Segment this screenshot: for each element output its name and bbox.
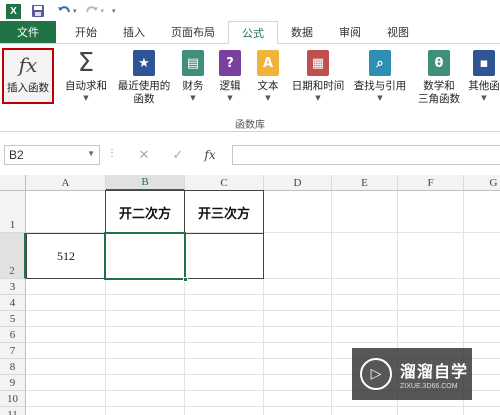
chevron-down-icon[interactable]: ▼	[87, 149, 95, 158]
tab-review[interactable]: 审阅	[326, 21, 374, 43]
formula-input[interactable]	[232, 145, 500, 165]
column-header-e[interactable]: E	[332, 175, 398, 191]
lookup-reference-button[interactable]: ⌕ 查找与引用 ▼	[350, 48, 410, 112]
row-header-4[interactable]: 4	[0, 295, 26, 311]
title-bar: X ▾ ▾ ▾	[0, 0, 500, 22]
chevron-down-icon: ▼	[377, 94, 383, 102]
row-header-6[interactable]: 6	[0, 327, 26, 343]
row-header-10[interactable]: 10	[0, 391, 26, 407]
more-functions-button[interactable]: ▪ 其他函 ▼	[468, 48, 500, 112]
excel-app-icon[interactable]: X	[6, 3, 21, 19]
math-book-icon: θ	[426, 48, 452, 78]
active-cell-selection[interactable]	[104, 232, 186, 280]
date-time-button[interactable]: ▦ 日期和时间 ▼	[288, 48, 348, 112]
tab-file[interactable]: 文件	[0, 21, 56, 43]
column-header-a[interactable]: A	[26, 175, 106, 191]
recently-used-label-2: 函数	[133, 93, 155, 105]
row-header-5[interactable]: 5	[0, 311, 26, 327]
insert-function-small-icon[interactable]: fx	[200, 146, 220, 164]
column-header-g[interactable]: G	[464, 175, 500, 191]
math-trig-label-1: 数学和	[423, 80, 455, 92]
tab-view[interactable]: 视图	[374, 21, 422, 43]
tab-page-layout[interactable]: 页面布局	[158, 21, 228, 43]
customize-quick-access-icon[interactable]: ▾	[112, 3, 116, 19]
tab-data[interactable]: 数据	[278, 21, 326, 43]
more-functions-book-icon: ▪	[471, 48, 497, 78]
recently-used-button[interactable]: ★ 最近使用的 函数	[112, 48, 176, 112]
watermark-title: 溜溜自学	[400, 362, 469, 381]
gridline	[331, 191, 332, 415]
column-header-b[interactable]: B	[106, 175, 185, 191]
financial-book-icon: ▤	[180, 48, 206, 78]
logical-book-icon: ?	[217, 48, 243, 78]
function-icon: fx	[18, 52, 38, 77]
formula-bar: B2 ▼ ⋮ ✕ ✓ fx	[0, 143, 500, 167]
tab-home[interactable]: 开始	[62, 21, 110, 43]
text-button[interactable]: A 文本 ▼	[251, 48, 285, 112]
text-label: 文本	[257, 80, 279, 92]
tab-insert[interactable]: 插入	[110, 21, 158, 43]
more-functions-label: 其他函	[468, 80, 500, 92]
autosum-button[interactable]: Σ 自动求和 ▼	[62, 48, 110, 112]
autosum-label: 自动求和	[65, 80, 107, 92]
ribbon-tabs: 文件 开始 插入 页面布局 公式 数据 审阅 视图	[0, 21, 500, 44]
chevron-down-icon: ▼	[83, 94, 89, 102]
formula-bar-spacer	[0, 167, 500, 175]
math-trig-button[interactable]: θ 数学和 三角函数	[412, 48, 466, 112]
name-box[interactable]: B2 ▼	[4, 145, 100, 165]
redo-dropdown-icon[interactable]: ▾	[101, 3, 105, 19]
ribbon-formulas: fx 插入函数 Σ 自动求和 ▼ ★ 最近使用的 函数 ▤ 财务 ▼ ? 逻辑 …	[0, 44, 500, 132]
text-book-icon: A	[255, 48, 281, 78]
name-box-value: B2	[9, 148, 24, 162]
column-header-d[interactable]: D	[264, 175, 332, 191]
logical-label: 逻辑	[219, 80, 241, 92]
undo-icon[interactable]	[57, 3, 71, 19]
lookup-book-icon: ⌕	[367, 48, 393, 78]
ribbon-spacer	[0, 133, 500, 143]
chevron-down-icon: ▼	[190, 94, 196, 102]
undo-dropdown-icon[interactable]: ▾	[73, 3, 77, 19]
calendar-book-icon: ▦	[305, 48, 331, 78]
row-header-7[interactable]: 7	[0, 343, 26, 359]
enter-check-icon[interactable]: ✓	[168, 146, 188, 164]
cell-c1[interactable]: 开三次方	[184, 190, 264, 234]
formula-bar-resize-handle[interactable]: ⋮	[107, 148, 117, 159]
column-header-c[interactable]: C	[185, 175, 264, 191]
cell-a2[interactable]: 512	[26, 233, 106, 279]
financial-button[interactable]: ▤ 财务 ▼	[176, 48, 210, 112]
select-all-corner[interactable]	[0, 175, 26, 191]
row-header-1[interactable]: 1	[0, 191, 26, 233]
column-header-f[interactable]: F	[398, 175, 464, 191]
star-book-icon: ★	[131, 48, 157, 78]
row-header-3[interactable]: 3	[0, 279, 26, 295]
function-library-group-label: 函数库	[235, 120, 265, 131]
recently-used-label-1: 最近使用的	[117, 80, 171, 92]
cell-c2[interactable]	[184, 233, 264, 279]
row-header-2[interactable]: 2	[0, 233, 26, 279]
play-logo-icon: ▷	[360, 358, 392, 390]
watermark-url: ZIXUE.3D66.COM	[400, 383, 458, 390]
row-header-8[interactable]: 8	[0, 359, 26, 375]
chevron-down-icon: ▼	[481, 94, 487, 102]
math-trig-label-2: 三角函数	[418, 93, 460, 105]
chevron-down-icon: ▼	[227, 94, 233, 102]
sigma-icon: Σ	[77, 47, 95, 78]
watermark: ▷ 溜溜自学 ZIXUE.3D66.COM	[352, 348, 472, 400]
tab-formulas[interactable]: 公式	[228, 21, 278, 44]
insert-function-button[interactable]: fx 插入函数	[2, 48, 54, 104]
row-header-11[interactable]: 11	[0, 407, 26, 415]
row-header-9[interactable]: 9	[0, 375, 26, 391]
insert-function-label: 插入函数	[7, 82, 49, 94]
lookup-reference-label: 查找与引用	[353, 80, 407, 92]
date-time-label: 日期和时间	[291, 80, 345, 92]
chevron-down-icon: ▼	[315, 94, 321, 102]
cancel-icon[interactable]: ✕	[134, 146, 154, 164]
chevron-down-icon: ▼	[265, 94, 271, 102]
financial-label: 财务	[182, 80, 204, 92]
logical-button[interactable]: ? 逻辑 ▼	[213, 48, 247, 112]
redo-icon[interactable]	[85, 3, 99, 19]
cell-b1[interactable]: 开二次方	[105, 190, 185, 234]
save-icon[interactable]	[31, 3, 45, 19]
fill-handle[interactable]	[183, 277, 188, 282]
